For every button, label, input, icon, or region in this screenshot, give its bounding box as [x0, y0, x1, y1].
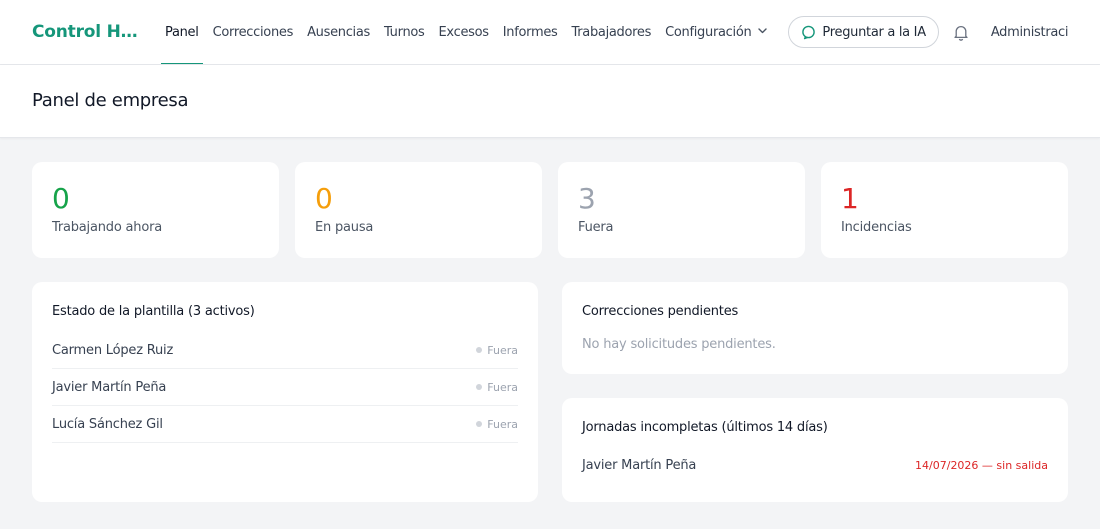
incomplete-detail: 14/07/2026 — sin salida [915, 459, 1048, 472]
top-navigation-bar: Control Hor... Panel Correcciones Ausenc… [0, 0, 1100, 65]
incomplete-panel-title: Jornadas incompletas (últimos 14 días) [582, 420, 828, 435]
ask-ai-button[interactable]: Preguntar a la IA [788, 16, 939, 48]
chat-bubble-icon [801, 25, 816, 40]
staff-status-panel: Estado de la plantilla (3 activos) Carme… [32, 282, 538, 502]
status-dot-icon [476, 421, 483, 427]
status-text: Fuera [487, 380, 518, 394]
nav-item-informes[interactable]: Informes [496, 0, 565, 64]
page-title: Panel de empresa [32, 90, 189, 111]
stat-value-working: 0 [52, 182, 70, 215]
incomplete-worker-name: Javier Martín Peña [582, 458, 697, 473]
nav-item-configuracion[interactable]: Configuración [658, 0, 774, 64]
stat-value-out: 3 [578, 182, 596, 215]
status-badge: Fuera [476, 418, 518, 431]
stat-label-working: Trabajando ahora [52, 220, 162, 235]
list-item[interactable]: Lucía Sánchez Gil Fuera [52, 406, 518, 443]
nav-item-excesos[interactable]: Excesos [432, 0, 496, 64]
staff-list: Carmen López Ruiz Fuera Javier Martín Pe… [52, 332, 518, 443]
nav-item-panel[interactable]: Panel [158, 0, 206, 64]
nav-item-turnos[interactable]: Turnos [377, 0, 432, 64]
main-nav: Panel Correcciones Ausencias Turnos Exce… [158, 0, 774, 64]
nav-item-ausencias[interactable]: Ausencias [300, 0, 377, 64]
pending-corrections-panel: Correcciones pendientes No hay solicitud… [562, 282, 1068, 374]
list-item[interactable]: Javier Martín Peña Fuera [52, 369, 518, 406]
status-text: Fuera [487, 417, 518, 431]
staff-name: Lucía Sánchez Gil [52, 416, 163, 432]
stat-card-incidents: 1 Incidencias [821, 162, 1068, 258]
user-menu[interactable]: Administraci [991, 25, 1069, 40]
status-dot-icon [476, 384, 483, 390]
status-dot-icon [476, 347, 483, 353]
status-badge: Fuera [476, 381, 518, 394]
app-title[interactable]: Control Hor... [32, 22, 144, 42]
nav-item-configuracion-label: Configuración [665, 24, 752, 40]
stat-value-incidents: 1 [841, 182, 859, 215]
status-badge: Fuera [476, 344, 518, 357]
staff-name: Carmen López Ruiz [52, 342, 174, 358]
ask-ai-label: Preguntar a la IA [822, 24, 926, 40]
incomplete-shifts-panel: Jornadas incompletas (últimos 14 días) J… [562, 398, 1068, 502]
staff-panel-title: Estado de la plantilla (3 activos) [52, 304, 255, 319]
corrections-panel-title: Correcciones pendientes [582, 304, 739, 319]
page-header: Panel de empresa [0, 65, 1100, 138]
corrections-empty-text: No hay solicitudes pendientes. [582, 337, 776, 352]
stat-value-paused: 0 [315, 182, 333, 215]
status-text: Fuera [487, 343, 518, 357]
nav-item-correcciones[interactable]: Correcciones [206, 0, 300, 64]
list-item[interactable]: Carmen López Ruiz Fuera [52, 332, 518, 369]
stat-label-out: Fuera [578, 220, 614, 235]
staff-name: Javier Martín Peña [52, 379, 167, 395]
nav-item-trabajadores[interactable]: Trabajadores [565, 0, 659, 64]
chevron-down-icon [758, 27, 768, 37]
stat-label-incidents: Incidencias [841, 220, 912, 235]
stat-card-paused: 0 En pausa [295, 162, 542, 258]
stat-label-paused: En pausa [315, 220, 374, 235]
stat-card-out: 3 Fuera [558, 162, 805, 258]
bell-icon[interactable] [953, 24, 969, 41]
stat-card-working: 0 Trabajando ahora [32, 162, 279, 258]
list-item[interactable]: Javier Martín Peña 14/07/2026 — sin sali… [582, 458, 1048, 473]
